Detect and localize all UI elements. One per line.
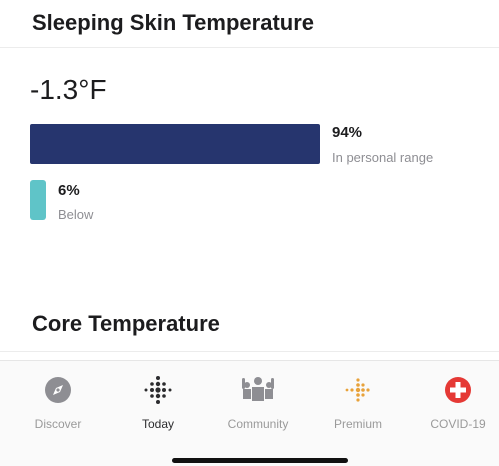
section-title-sleeping-skin-temperature: Sleeping Skin Temperature (0, 8, 499, 48)
below-label: Below (58, 207, 94, 222)
in-range-label: In personal range (332, 150, 434, 165)
in-range-percent: 94% (332, 124, 363, 141)
tab-label-discover: Discover (34, 417, 82, 431)
tab-today[interactable]: Today (113, 373, 203, 431)
in-range-bar (30, 124, 320, 164)
home-indicator[interactable] (172, 458, 348, 463)
below-percent: 6% (58, 182, 80, 199)
section-title-core-temperature: Core Temperature (0, 306, 499, 352)
tab-premium[interactable]: Premium (313, 373, 403, 431)
below-bar (30, 180, 46, 220)
tab-discover[interactable]: Discover (13, 373, 103, 431)
tab-label-community: Community (227, 417, 289, 431)
tab-label-covid-19: COVID-19 (430, 417, 486, 431)
community-icon (242, 377, 274, 401)
bottom-tab-bar: Discover Today Community Premium COVID-1… (0, 360, 499, 466)
premium-dots-icon (345, 378, 370, 402)
temperature-value: -1.3°F (30, 74, 107, 105)
fitbit-dots-icon (144, 376, 172, 404)
tab-covid-19[interactable]: COVID-19 (413, 373, 499, 431)
compass-icon (45, 377, 71, 403)
tab-label-today: Today (141, 417, 175, 431)
tab-label-premium: Premium (333, 417, 382, 431)
medical-cross-icon (445, 377, 471, 403)
tab-community[interactable]: Community (213, 373, 303, 431)
